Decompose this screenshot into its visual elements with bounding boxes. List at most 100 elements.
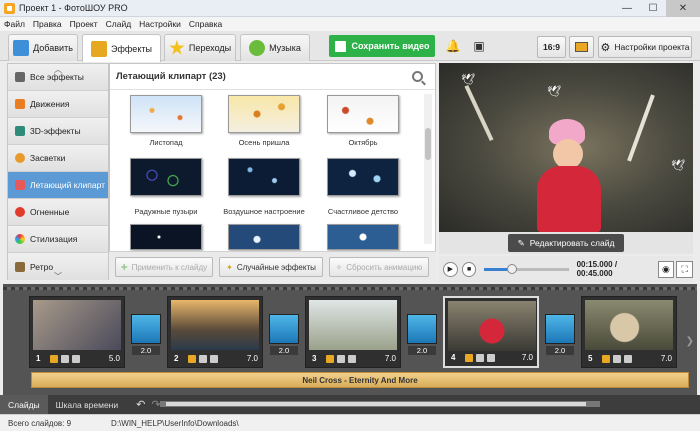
tab-add[interactable]: Добавить — [8, 34, 78, 61]
random-label: Случайные эффекты — [236, 262, 316, 272]
scroll-down-icon[interactable]: ﹀ — [8, 271, 108, 281]
sound-icon[interactable] — [210, 355, 218, 363]
zoom-icon[interactable] — [199, 355, 207, 363]
transition-2[interactable]: 2.0 — [269, 314, 299, 355]
tab-music[interactable]: Музыка — [240, 34, 310, 61]
reset-animation-button[interactable]: ✧ Сбросить анимацию — [329, 257, 429, 277]
sound-icon[interactable] — [72, 355, 80, 363]
scrollbar-thumb[interactable] — [166, 402, 586, 406]
pencil-icon[interactable] — [602, 355, 610, 363]
edit-bar: ✎ Редактировать слайд — [439, 232, 693, 254]
menu-help[interactable]: Справка — [185, 19, 226, 29]
app-window: Проект 1 - ФотоШОУ PRO — ☐ ✕ Файл Правка… — [0, 0, 700, 431]
edit-slide-button[interactable]: ✎ Редактировать слайд — [507, 234, 625, 252]
zoom-icon[interactable] — [61, 355, 69, 363]
menu-file[interactable]: Файл — [0, 19, 29, 29]
reset-icon: ✧ — [335, 262, 343, 272]
effect-thumb-october[interactable] — [327, 95, 399, 133]
zoom-icon[interactable] — [337, 355, 345, 363]
effect-thumb-row3-1[interactable] — [130, 224, 202, 250]
tab-effects[interactable]: Эффекты — [82, 34, 161, 62]
bell-icon[interactable]: 🔔 — [443, 36, 463, 56]
star-icon — [169, 40, 185, 55]
category-flares[interactable]: Засветки — [8, 145, 108, 172]
undo-icon[interactable]: ↶ — [136, 398, 145, 411]
fire-icon — [15, 207, 25, 217]
category-motion[interactable]: Движения — [8, 91, 108, 118]
pencil-icon[interactable] — [465, 354, 473, 362]
slide-thumb-1[interactable]: 1 5.0 — [29, 296, 125, 368]
pencil-icon[interactable] — [50, 355, 58, 363]
play-button[interactable]: ▶ — [443, 261, 458, 277]
effect-thumb-leaf-fall[interactable] — [130, 95, 202, 133]
menu-settings[interactable]: Настройки — [135, 19, 185, 29]
effect-thumb-row3-2[interactable] — [228, 224, 300, 250]
transition-1[interactable]: 2.0 — [131, 314, 161, 355]
random-effects-button[interactable]: ✦ Случайные эффекты — [219, 257, 323, 277]
zoom-icon[interactable] — [476, 354, 484, 362]
category-flying-clipart[interactable]: Летающий клипарт — [8, 172, 108, 199]
slide-image — [448, 301, 536, 351]
minimize-button[interactable]: — — [614, 0, 640, 17]
stop-button[interactable]: ■ — [461, 261, 477, 277]
maximize-button[interactable]: ☐ — [640, 0, 666, 17]
menu-slide[interactable]: Слайд — [102, 19, 136, 29]
effect-thumb-autumn[interactable] — [228, 95, 300, 133]
category-stylization[interactable]: Стилизация — [8, 226, 108, 253]
effects-gallery: Летающий клипарт (23) Листопад Осень при… — [109, 63, 436, 280]
sound-icon[interactable] — [348, 355, 356, 363]
category-3d[interactable]: 3D-эффекты — [8, 118, 108, 145]
reset-label: Сбросить анимацию — [346, 262, 423, 272]
transition-3[interactable]: 2.0 — [407, 314, 437, 355]
music-track[interactable]: Neil Cross - Eternity And More — [31, 372, 689, 388]
slide-thumb-4[interactable]: 4 7.0 — [443, 296, 539, 368]
slide-count: Всего слайдов: 9 — [8, 418, 72, 428]
menu-project[interactable]: Проект — [66, 19, 102, 29]
pencil-icon[interactable] — [326, 355, 334, 363]
transition-4[interactable]: 2.0 — [545, 314, 575, 355]
timeline-scrollbar[interactable] — [160, 401, 600, 407]
playback-knob[interactable] — [507, 263, 518, 274]
chevron-right-icon[interactable]: ❯ — [686, 336, 694, 347]
effect-label: Радужные пузыри — [134, 207, 198, 216]
slide-thumb-3[interactable]: 3 7.0 — [305, 296, 401, 368]
tab-timeline[interactable]: Шкала времени — [48, 395, 126, 414]
aspect-icon — [575, 42, 588, 52]
zoom-icon[interactable] — [613, 355, 621, 363]
slide-thumb-5[interactable]: 5 7.0 — [581, 296, 677, 368]
save-video-button[interactable]: Сохранить видео — [329, 35, 435, 57]
slide-thumb-2[interactable]: 2 7.0 — [167, 296, 263, 368]
photo-icon[interactable]: ▣ — [469, 36, 489, 56]
slide-number: 3 — [312, 354, 317, 363]
effect-thumb-air-mood[interactable] — [228, 158, 300, 196]
effect-thumb-happy-childhood[interactable] — [327, 158, 399, 196]
effect-thumb-row3-3[interactable] — [327, 224, 399, 250]
category-fire[interactable]: Огненные — [8, 199, 108, 226]
playback-slider[interactable] — [484, 263, 569, 274]
search-icon[interactable] — [412, 71, 423, 82]
transition-duration: 2.0 — [132, 346, 160, 355]
sound-icon[interactable] — [624, 355, 632, 363]
scroll-up-icon[interactable]: ︿ — [8, 64, 108, 74]
apply-to-slide-button[interactable]: ✚ Применить к слайду — [115, 257, 213, 277]
tab-slides[interactable]: Слайды — [0, 395, 48, 414]
slide-format-button[interactable] — [569, 36, 594, 58]
snapshot-camera-icon[interactable]: ◉ — [657, 260, 675, 278]
status-bar: Всего слайдов: 9 D:\WIN_HELP\UserInfo\Do… — [0, 414, 700, 431]
scrollbar-thumb[interactable] — [425, 128, 431, 160]
tab-transitions[interactable]: Переходы — [164, 34, 236, 61]
project-settings-button[interactable]: ⚙ Настройки проекта — [598, 36, 692, 58]
pencil-icon[interactable] — [188, 355, 196, 363]
fullscreen-icon[interactable]: ⛶ — [676, 260, 693, 278]
tab-music-label: Музыка — [269, 43, 301, 53]
effect-label: Осень пришла — [238, 138, 290, 147]
category-label: Движения — [30, 99, 70, 109]
gallery-scrollbar[interactable] — [424, 94, 432, 244]
menu-edit[interactable]: Правка — [29, 19, 66, 29]
aspect-ratio-button[interactable]: 16:9 — [537, 36, 566, 58]
close-button[interactable]: ✕ — [666, 0, 700, 17]
sound-icon[interactable] — [487, 354, 495, 362]
save-video-label: Сохранить видео — [351, 41, 430, 51]
apply-icon: ✚ — [120, 262, 128, 272]
effect-thumb-bubbles[interactable] — [130, 158, 202, 196]
